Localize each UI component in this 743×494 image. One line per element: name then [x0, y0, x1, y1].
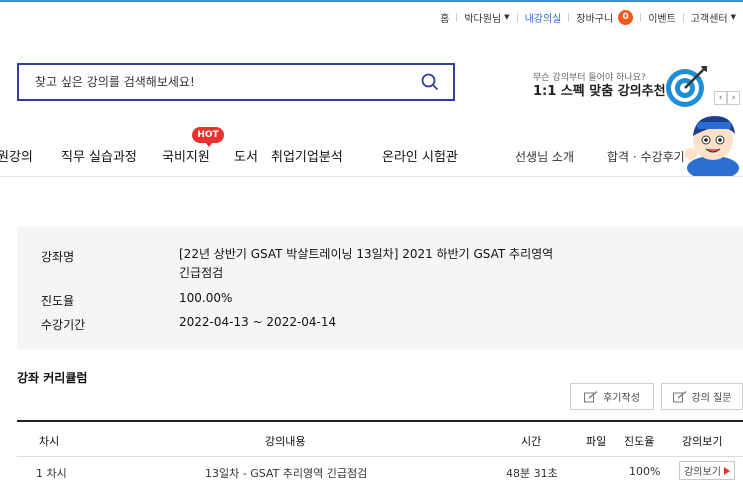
chevron-right-icon[interactable]: ›	[727, 91, 740, 105]
progress-value: 100.00%	[179, 291, 233, 305]
table-row: 1 차시 13일차 - GSAT 추리영역 긴급점검 48분 31초 100% …	[17, 457, 743, 487]
nav-item-job-practice[interactable]: 직무 실습과정	[61, 146, 137, 165]
edit-icon	[672, 390, 686, 402]
my-class-link[interactable]: 내강의실	[518, 10, 569, 25]
header-view: 강의보기	[682, 435, 723, 448]
event-link[interactable]: 이벤트	[641, 10, 683, 25]
nav-item-lectures[interactable]: 원강의	[0, 146, 33, 165]
course-name-label: 강좌명	[41, 250, 75, 264]
course-info-panel: 강좌명 [22년 상반기 GSAT 박살트레이닝 13일차] 2021 하반기 …	[17, 227, 743, 349]
nav-item-teachers[interactable]: 선생님 소개	[515, 148, 574, 165]
support-label: 고객센터	[690, 13, 728, 25]
progress-label: 진도율	[41, 294, 75, 308]
nav-divider	[0, 176, 743, 177]
search-input[interactable]	[19, 65, 407, 99]
row-progress: 100%	[629, 465, 661, 478]
caret-down-icon: ▼	[504, 13, 510, 21]
header-progress: 진도율	[624, 435, 655, 448]
ask-question-label: 강의 질문	[691, 393, 732, 404]
promo-subtitle: 무슨 강의부터 들어야 하나요?	[533, 73, 646, 83]
header-time: 시간	[521, 435, 542, 448]
period-value: 2022-04-13 ~ 2022-04-14	[179, 315, 337, 329]
recommend-promo[interactable]: 무슨 강의부터 들어야 하나요? 1:1 스펙 맞춤 강의추천	[533, 73, 666, 99]
row-content: 13일차 - GSAT 추리영역 긴급점검	[205, 467, 368, 480]
nav-item-company-analysis[interactable]: 취업기업분석	[271, 146, 343, 165]
nav-item-government-support[interactable]: 국비지원	[162, 146, 210, 165]
row-time: 48분 31초	[506, 467, 558, 480]
edit-icon	[584, 390, 598, 402]
play-icon	[723, 466, 730, 475]
ask-question-button[interactable]: 강의 질문	[661, 383, 743, 410]
curriculum-title: 강좌 커리큘럼	[17, 371, 88, 385]
course-name-line: 긴급점검	[179, 266, 224, 281]
caret-down-icon: ▼	[730, 13, 736, 21]
row-chapter: 1 차시	[36, 467, 67, 480]
mascot-illustration	[685, 116, 739, 176]
view-lecture-label: 강의보기	[684, 467, 721, 478]
search-box	[17, 63, 455, 101]
cart-link[interactable]: 장바구니 0	[569, 9, 640, 25]
cart-count-badge: 0	[618, 9, 634, 25]
target-icon	[666, 66, 707, 107]
chevron-left-icon[interactable]: ‹	[714, 91, 727, 105]
user-name: 박다원님	[464, 13, 502, 25]
header-chapter: 차시	[39, 435, 60, 448]
support-menu[interactable]: 고객센터 ▼	[684, 10, 743, 25]
header-file: 파일	[586, 435, 607, 448]
search-button[interactable]	[407, 65, 453, 99]
user-menu[interactable]: 박다원님 ▼	[457, 10, 516, 25]
cart-label: 장바구니	[576, 13, 614, 25]
nav-item-reviews[interactable]: 합격 · 수강후기	[607, 148, 685, 165]
main-nav: 원강의 직무 실습과정 국비지원 도서 취업기업분석 온라인 시험관 선생님 소…	[0, 146, 743, 170]
promo-title: 1:1 스펙 맞춤 강의추천	[533, 83, 666, 99]
utility-bar: 홈 박다원님 ▼ 내강의실 장바구니 0 이벤트 고객센터 ▼	[433, 8, 743, 26]
home-link[interactable]: 홈	[433, 10, 456, 25]
header-content: 강의내용	[265, 435, 306, 448]
hot-badge: HOT	[192, 127, 224, 147]
view-lecture-button[interactable]: 강의보기	[679, 461, 735, 480]
curriculum-table-header: 차시 강의내용 시간 파일 진도율 강의보기	[17, 420, 743, 457]
top-accent-line	[0, 0, 743, 2]
write-review-label: 후기작성	[603, 393, 640, 404]
search-icon	[421, 73, 439, 91]
period-label: 수강기간	[41, 318, 86, 332]
course-name-value: [22년 상반기 GSAT 박살트레이닝 13일차] 2021 하반기 GSAT…	[179, 245, 553, 283]
promo-arrows: ‹ ›	[714, 91, 740, 105]
nav-item-books[interactable]: 도서	[234, 146, 258, 165]
nav-item-online-exam[interactable]: 온라인 시험관	[382, 146, 458, 165]
course-name-line: [22년 상반기 GSAT 박살트레이닝 13일차] 2021 하반기 GSAT…	[179, 247, 554, 261]
write-review-button[interactable]: 후기작성	[570, 383, 654, 410]
